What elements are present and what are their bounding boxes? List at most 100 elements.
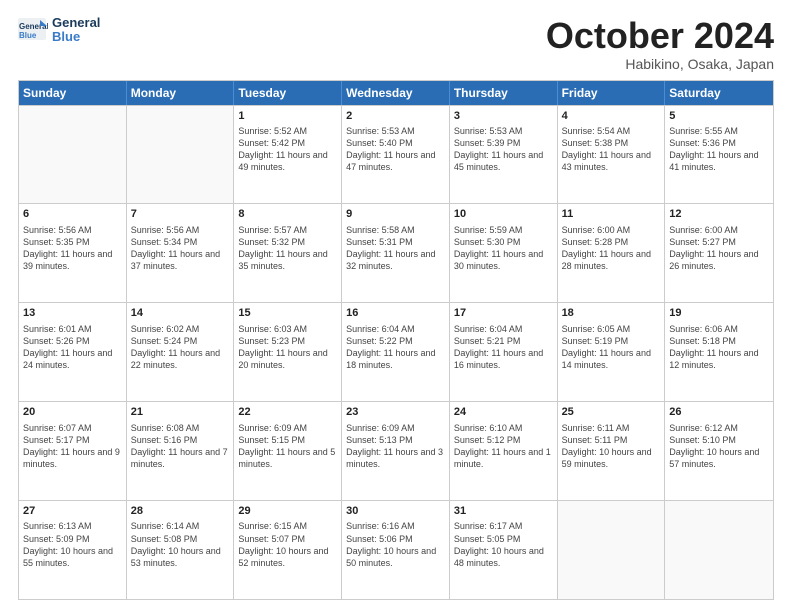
week-row-2: 6Sunrise: 5:56 AM Sunset: 5:35 PM Daylig… (19, 203, 773, 302)
day-number: 28 (131, 504, 230, 519)
cell-info: Sunrise: 6:00 AM Sunset: 5:27 PM Dayligh… (669, 224, 769, 273)
cal-cell: 31Sunrise: 6:17 AM Sunset: 5:05 PM Dayli… (450, 501, 558, 599)
cell-info: Sunrise: 5:53 AM Sunset: 5:40 PM Dayligh… (346, 125, 445, 174)
cell-info: Sunrise: 6:09 AM Sunset: 5:13 PM Dayligh… (346, 422, 445, 471)
calendar: SundayMondayTuesdayWednesdayThursdayFrid… (18, 80, 774, 600)
cell-info: Sunrise: 6:15 AM Sunset: 5:07 PM Dayligh… (238, 520, 337, 569)
day-number: 25 (562, 405, 661, 420)
cell-info: Sunrise: 6:17 AM Sunset: 5:05 PM Dayligh… (454, 520, 553, 569)
cell-info: Sunrise: 6:08 AM Sunset: 5:16 PM Dayligh… (131, 422, 230, 471)
day-number: 19 (669, 306, 769, 321)
header-day-tuesday: Tuesday (234, 81, 342, 105)
cell-info: Sunrise: 6:14 AM Sunset: 5:08 PM Dayligh… (131, 520, 230, 569)
cal-cell: 1Sunrise: 5:52 AM Sunset: 5:42 PM Daylig… (234, 106, 342, 204)
cal-cell: 23 Sunrise: 6:09 AM Sunset: 5:13 PM Dayli… (342, 402, 450, 500)
cal-cell: 10 Sunrise: 5:59 AM Sunset: 5:30 PM Dayli… (450, 204, 558, 302)
day-number: 10 (454, 207, 553, 222)
cell-info: Sunrise: 5:54 AM Sunset: 5:38 PM Dayligh… (562, 125, 661, 174)
location: Habikino, Osaka, Japan (546, 56, 774, 72)
cal-cell: 28Sunrise: 6:14 AM Sunset: 5:08 PM Dayli… (127, 501, 235, 599)
cal-cell: 2Sunrise: 5:53 AM Sunset: 5:40 PM Daylig… (342, 106, 450, 204)
cell-info: Sunrise: 5:53 AM Sunset: 5:39 PM Dayligh… (454, 125, 553, 174)
day-number: 3 (454, 109, 553, 124)
calendar-header: SundayMondayTuesdayWednesdayThursdayFrid… (19, 81, 773, 105)
cal-cell (19, 106, 127, 204)
logo: General Blue General Blue (18, 16, 100, 45)
day-number: 14 (131, 306, 230, 321)
cal-cell: 21 Sunrise: 6:08 AM Sunset: 5:16 PM Dayli… (127, 402, 235, 500)
day-number: 23 (346, 405, 445, 420)
day-number: 26 (669, 405, 769, 420)
cal-cell: 25 Sunrise: 6:11 AM Sunset: 5:11 PM Dayli… (558, 402, 666, 500)
cal-cell (665, 501, 773, 599)
title-area: October 2024 Habikino, Osaka, Japan (546, 16, 774, 72)
day-number: 16 (346, 306, 445, 321)
day-number: 13 (23, 306, 122, 321)
cal-cell: 26 Sunrise: 6:12 AM Sunset: 5:10 PM Dayli… (665, 402, 773, 500)
calendar-body: 1Sunrise: 5:52 AM Sunset: 5:42 PM Daylig… (19, 105, 773, 599)
cell-info: Sunrise: 6:03 AM Sunset: 5:23 PM Dayligh… (238, 323, 337, 372)
cell-info: Sunrise: 6:13 AM Sunset: 5:09 PM Dayligh… (23, 520, 122, 569)
cal-cell: 8Sunrise: 5:57 AM Sunset: 5:32 PM Daylig… (234, 204, 342, 302)
header-day-sunday: Sunday (19, 81, 127, 105)
cal-cell: 29Sunrise: 6:15 AM Sunset: 5:07 PM Dayli… (234, 501, 342, 599)
header-day-monday: Monday (127, 81, 235, 105)
day-number: 17 (454, 306, 553, 321)
day-number: 18 (562, 306, 661, 321)
cal-cell: 9 Sunrise: 5:58 AM Sunset: 5:31 PM Daylig… (342, 204, 450, 302)
logo-icon: General Blue (18, 18, 48, 42)
day-number: 7 (131, 207, 230, 222)
logo-text-general: General (52, 16, 100, 30)
page-header: General Blue General Blue October 2024 H… (18, 16, 774, 72)
cal-cell: 15 Sunrise: 6:03 AM Sunset: 5:23 PM Dayli… (234, 303, 342, 401)
cell-info: Sunrise: 5:59 AM Sunset: 5:30 PM Dayligh… (454, 224, 553, 273)
day-number: 1 (238, 109, 337, 124)
cal-cell: 22 Sunrise: 6:09 AM Sunset: 5:15 PM Dayli… (234, 402, 342, 500)
week-row-3: 13Sunrise: 6:01 AM Sunset: 5:26 PM Dayli… (19, 302, 773, 401)
week-row-4: 20Sunrise: 6:07 AM Sunset: 5:17 PM Dayli… (19, 401, 773, 500)
cell-info: Sunrise: 6:12 AM Sunset: 5:10 PM Dayligh… (669, 422, 769, 471)
day-number: 22 (238, 405, 337, 420)
cal-cell: 6Sunrise: 5:56 AM Sunset: 5:35 PM Daylig… (19, 204, 127, 302)
cell-info: Sunrise: 6:05 AM Sunset: 5:19 PM Dayligh… (562, 323, 661, 372)
cal-cell: 7 Sunrise: 5:56 AM Sunset: 5:34 PM Daylig… (127, 204, 235, 302)
cal-cell (127, 106, 235, 204)
cell-info: Sunrise: 6:16 AM Sunset: 5:06 PM Dayligh… (346, 520, 445, 569)
day-number: 11 (562, 207, 661, 222)
cal-cell: 12 Sunrise: 6:00 AM Sunset: 5:27 PM Dayli… (665, 204, 773, 302)
cell-info: Sunrise: 6:09 AM Sunset: 5:15 PM Dayligh… (238, 422, 337, 471)
cell-info: Sunrise: 5:56 AM Sunset: 5:35 PM Dayligh… (23, 224, 122, 273)
cal-cell: 17 Sunrise: 6:04 AM Sunset: 5:21 PM Dayli… (450, 303, 558, 401)
cal-cell: 18 Sunrise: 6:05 AM Sunset: 5:19 PM Dayli… (558, 303, 666, 401)
cell-info: Sunrise: 5:56 AM Sunset: 5:34 PM Dayligh… (131, 224, 230, 273)
month-title: October 2024 (546, 16, 774, 56)
day-number: 30 (346, 504, 445, 519)
day-number: 9 (346, 207, 445, 222)
day-number: 4 (562, 109, 661, 124)
week-row-1: 1Sunrise: 5:52 AM Sunset: 5:42 PM Daylig… (19, 105, 773, 204)
cell-info: Sunrise: 6:00 AM Sunset: 5:28 PM Dayligh… (562, 224, 661, 273)
header-day-saturday: Saturday (665, 81, 773, 105)
day-number: 15 (238, 306, 337, 321)
week-row-5: 27Sunrise: 6:13 AM Sunset: 5:09 PM Dayli… (19, 500, 773, 599)
cal-cell (558, 501, 666, 599)
day-number: 27 (23, 504, 122, 519)
cal-cell: 11 Sunrise: 6:00 AM Sunset: 5:28 PM Dayli… (558, 204, 666, 302)
cell-info: Sunrise: 5:52 AM Sunset: 5:42 PM Dayligh… (238, 125, 337, 174)
logo-text-blue: Blue (52, 30, 100, 44)
cal-cell: 4Sunrise: 5:54 AM Sunset: 5:38 PM Daylig… (558, 106, 666, 204)
day-number: 12 (669, 207, 769, 222)
cell-info: Sunrise: 5:57 AM Sunset: 5:32 PM Dayligh… (238, 224, 337, 273)
calendar-page: General Blue General Blue October 2024 H… (0, 0, 792, 612)
header-day-thursday: Thursday (450, 81, 558, 105)
cal-cell: 30Sunrise: 6:16 AM Sunset: 5:06 PM Dayli… (342, 501, 450, 599)
cell-info: Sunrise: 5:58 AM Sunset: 5:31 PM Dayligh… (346, 224, 445, 273)
cell-info: Sunrise: 6:04 AM Sunset: 5:21 PM Dayligh… (454, 323, 553, 372)
cell-info: Sunrise: 6:11 AM Sunset: 5:11 PM Dayligh… (562, 422, 661, 471)
day-number: 29 (238, 504, 337, 519)
cell-info: Sunrise: 6:10 AM Sunset: 5:12 PM Dayligh… (454, 422, 553, 471)
header-day-friday: Friday (558, 81, 666, 105)
day-number: 21 (131, 405, 230, 420)
cell-info: Sunrise: 6:07 AM Sunset: 5:17 PM Dayligh… (23, 422, 122, 471)
cal-cell: 27Sunrise: 6:13 AM Sunset: 5:09 PM Dayli… (19, 501, 127, 599)
